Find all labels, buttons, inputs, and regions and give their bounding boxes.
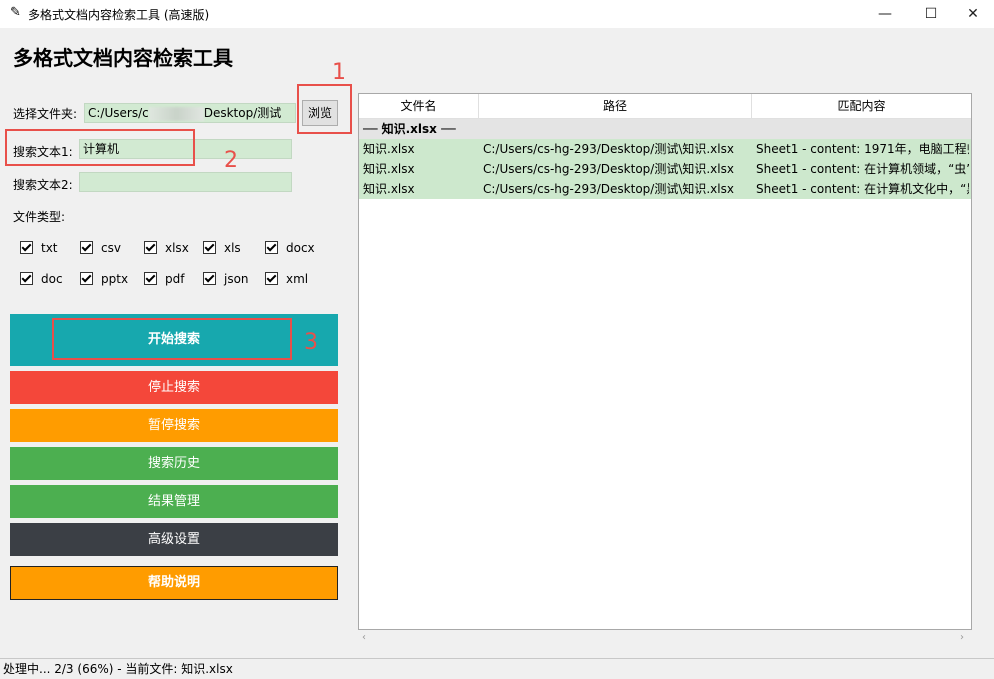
cell-filename: 知识.xlsx: [363, 142, 415, 156]
cell-match: Sheet1 - content: 在计算机领域，“虫”: [756, 162, 969, 176]
annotation-number-3: 3: [304, 330, 318, 355]
checkbox-checked-icon: [20, 272, 33, 285]
folder-label: 选择文件夹:: [13, 107, 78, 121]
checkbox-checked-icon: [20, 241, 33, 254]
advanced-settings-button[interactable]: 高级设置: [10, 523, 338, 556]
annotation-number-1: 1: [332, 60, 346, 85]
redacted-blur: [148, 106, 204, 121]
help-button[interactable]: 帮助说明: [10, 566, 338, 600]
checkbox-checked-icon: [144, 241, 157, 254]
checkbox-label: pptx: [101, 272, 129, 286]
checkbox-checked-icon: [80, 241, 93, 254]
column-header-filename[interactable]: 文件名: [359, 94, 479, 118]
checkbox-label: json: [224, 272, 249, 286]
status-bar: 处理中... 2/3 (66%) - 当前文件: 知识.xlsx: [0, 658, 994, 679]
group-header-row[interactable]: ── 知识.xlsx ──: [359, 119, 971, 139]
checkbox-docx[interactable]: docx: [265, 240, 315, 256]
stop-search-button[interactable]: 停止搜索: [10, 371, 338, 404]
window-title: 多格式文档内容检索工具 (高速版): [28, 8, 210, 22]
search2-label: 搜索文本2:: [13, 178, 73, 192]
checkbox-checked-icon: [265, 272, 278, 285]
cell-match: Sheet1 - content: 在计算机文化中，“黑: [756, 182, 969, 196]
checkbox-label: xls: [224, 241, 241, 255]
checkbox-checked-icon: [80, 272, 93, 285]
checkbox-label: pdf: [165, 272, 185, 286]
checkbox-label: xml: [286, 272, 309, 286]
filetypes-label: 文件类型:: [13, 210, 66, 224]
cell-filename: 知识.xlsx: [363, 182, 415, 196]
close-button[interactable]: ✕: [950, 0, 994, 28]
feather-icon: ✎: [10, 5, 21, 20]
folder-input[interactable]: C:/Users/c Desktop/测试: [84, 103, 296, 123]
column-header-path[interactable]: 路径: [479, 94, 752, 118]
checkbox-pdf[interactable]: pdf: [144, 271, 184, 287]
checkbox-label: doc: [41, 272, 63, 286]
checkbox-label: docx: [286, 241, 315, 255]
checkbox-checked-icon: [203, 241, 216, 254]
checkbox-checked-icon: [203, 272, 216, 285]
column-header-match[interactable]: 匹配内容: [752, 94, 971, 118]
results-table[interactable]: 文件名 路径 匹配内容 ── 知识.xlsx ── 知识.xlsx C:/Use…: [358, 93, 972, 630]
checkbox-xls[interactable]: xls: [203, 240, 241, 256]
folder-value-suffix: Desktop/测试: [203, 106, 282, 120]
cell-filename: 知识.xlsx: [363, 162, 415, 176]
checkbox-csv[interactable]: csv: [80, 240, 121, 256]
minimize-button[interactable]: —: [862, 0, 908, 28]
maximize-button[interactable]: ☐: [908, 0, 954, 28]
page-title: 多格式文档内容检索工具: [13, 46, 233, 70]
checkbox-xml[interactable]: xml: [265, 271, 308, 287]
scroll-right-icon[interactable]: ›: [960, 630, 964, 646]
checkbox-checked-icon: [144, 272, 157, 285]
checkbox-checked-icon: [265, 241, 278, 254]
checkbox-label: txt: [41, 241, 58, 255]
pause-search-button[interactable]: 暂停搜索: [10, 409, 338, 442]
annotation-number-2: 2: [224, 148, 238, 173]
checkbox-label: xlsx: [165, 241, 189, 255]
search-history-button[interactable]: 搜索历史: [10, 447, 338, 480]
checkbox-xlsx[interactable]: xlsx: [144, 240, 189, 256]
cell-match: Sheet1 - content: 1971年，电脑工程师: [756, 142, 969, 156]
cell-path: C:/Users/cs-hg-293/Desktop/测试\知识.xlsx: [483, 162, 734, 176]
cell-path: C:/Users/cs-hg-293/Desktop/测试\知识.xlsx: [483, 182, 734, 196]
table-row[interactable]: 知识.xlsx C:/Users/cs-hg-293/Desktop/测试\知识…: [359, 179, 971, 199]
annotation-box-2: [5, 129, 195, 166]
scroll-left-icon[interactable]: ‹: [362, 630, 366, 646]
table-header: 文件名 路径 匹配内容: [359, 94, 971, 119]
checkbox-pptx[interactable]: pptx: [80, 271, 128, 287]
search2-input[interactable]: [79, 172, 292, 192]
checkbox-txt[interactable]: txt: [20, 240, 58, 256]
annotation-box-3: [52, 318, 292, 360]
checkbox-json[interactable]: json: [203, 271, 249, 287]
table-row[interactable]: 知识.xlsx C:/Users/cs-hg-293/Desktop/测试\知识…: [359, 159, 971, 179]
checkbox-label: csv: [101, 241, 121, 255]
title-bar: ✎ 多格式文档内容检索工具 (高速版) — ☐ ✕: [0, 0, 994, 28]
cell-path: C:/Users/cs-hg-293/Desktop/测试\知识.xlsx: [483, 142, 734, 156]
checkbox-doc[interactable]: doc: [20, 271, 63, 287]
table-row[interactable]: 知识.xlsx C:/Users/cs-hg-293/Desktop/测试\知识…: [359, 139, 971, 159]
result-management-button[interactable]: 结果管理: [10, 485, 338, 518]
horizontal-scrollbar[interactable]: ‹ ›: [358, 630, 972, 646]
folder-value-prefix: C:/Users/c: [88, 106, 149, 120]
annotation-box-1: [297, 84, 352, 134]
